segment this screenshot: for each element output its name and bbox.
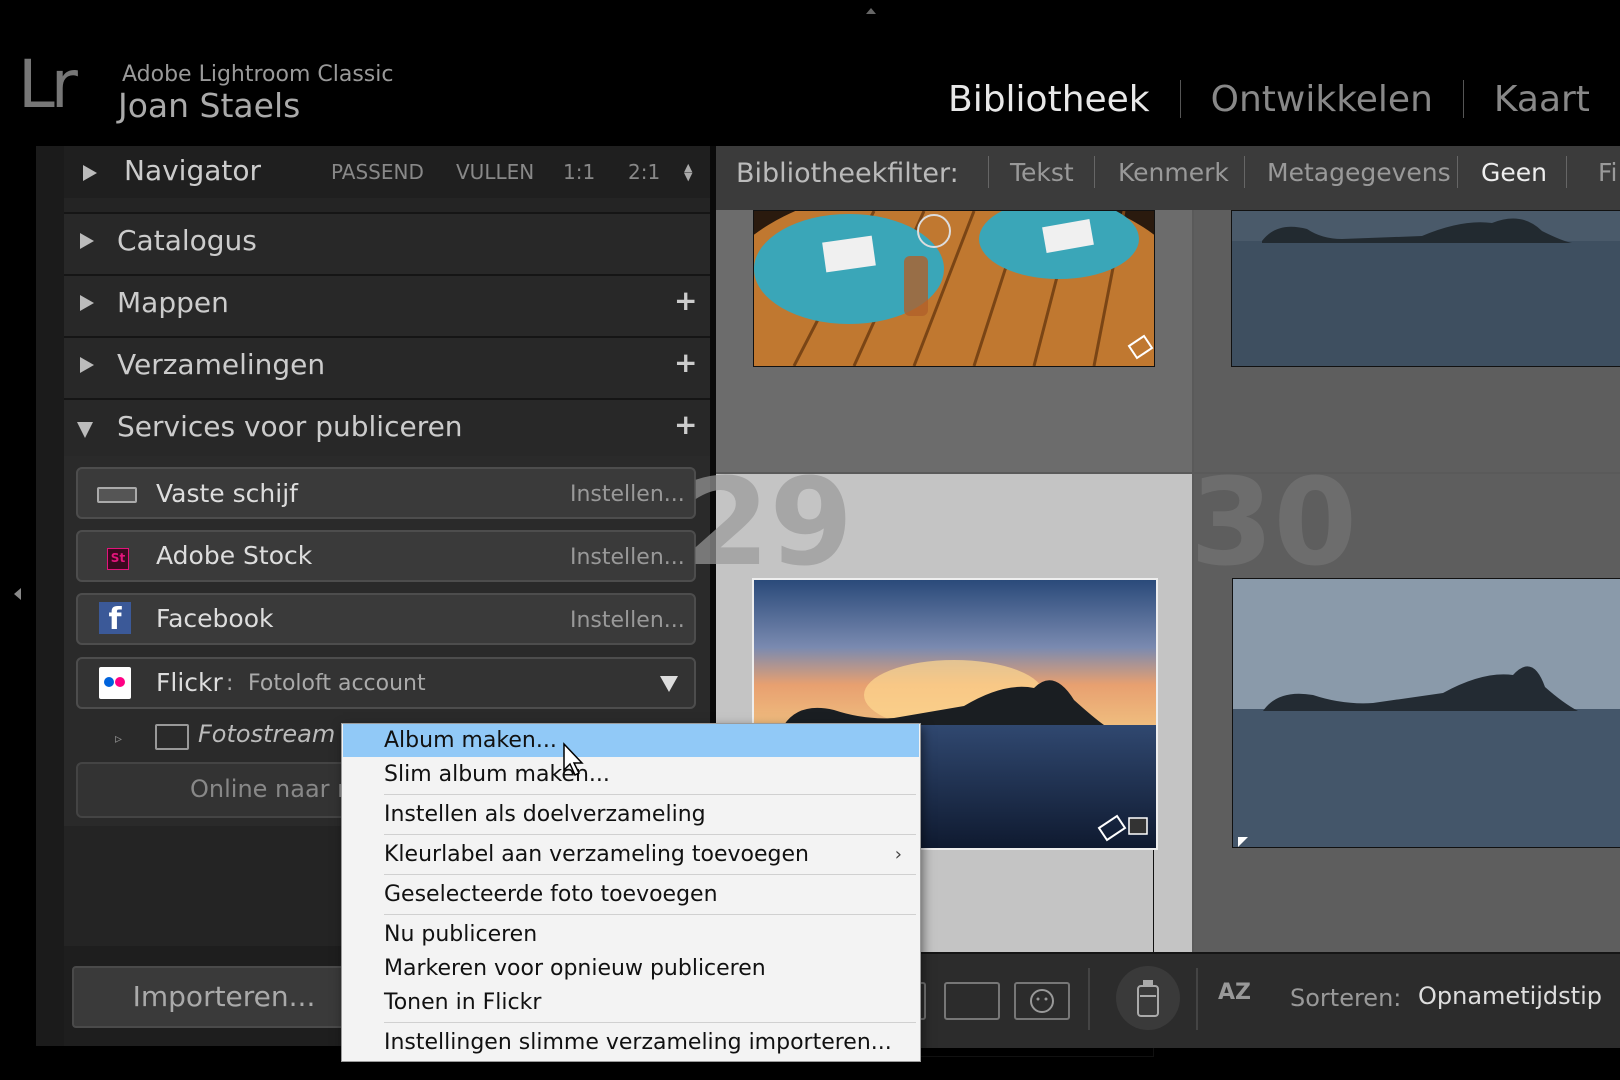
mouse-cursor-icon bbox=[562, 742, 586, 782]
menu-separator bbox=[384, 794, 916, 795]
menu-separator bbox=[384, 1022, 916, 1023]
grid-cell[interactable] bbox=[1194, 210, 1620, 472]
service-name: Flickr bbox=[156, 668, 223, 697]
add-folder-icon[interactable]: + bbox=[674, 284, 697, 317]
module-picker: Bibliotheek Ontwikkelen Kaart B bbox=[918, 74, 1620, 124]
toolbar-separator bbox=[1088, 968, 1090, 1030]
facebook-icon: f bbox=[99, 602, 131, 637]
sort-dropdown[interactable]: Opnametijdstip bbox=[1418, 982, 1602, 1010]
section-collections-title: Verzamelingen bbox=[117, 348, 326, 381]
add-publish-service-icon[interactable]: + bbox=[674, 408, 697, 441]
menu-item-show-in-flickr[interactable]: Tonen in Flickr bbox=[354, 986, 916, 1019]
menu-item-label: Kleurlabel aan verzameling toevoegen bbox=[384, 842, 809, 867]
cell-index: 29 bbox=[686, 454, 853, 593]
flickr-account-name: Fotoloft account bbox=[248, 671, 426, 696]
face-icon bbox=[1030, 989, 1054, 1013]
photo-island bbox=[1232, 211, 1620, 366]
flickr-blue-dot bbox=[104, 677, 114, 687]
expand-triangle-icon[interactable] bbox=[80, 233, 94, 249]
setup-link[interactable]: Instellen... bbox=[570, 608, 685, 633]
import-button[interactable]: Importeren... bbox=[72, 966, 376, 1028]
expand-triangle-icon[interactable] bbox=[80, 295, 94, 311]
filter-text[interactable]: Tekst bbox=[1010, 158, 1074, 187]
collapse-triangle-icon[interactable] bbox=[77, 422, 93, 438]
service-name: Facebook bbox=[156, 604, 274, 633]
module-library[interactable]: Bibliotheek bbox=[918, 79, 1180, 120]
menu-item-add-selected-photo[interactable]: Geselecteerde foto toevoegen bbox=[354, 878, 916, 911]
zoom-dropdown-icon[interactable]: ▲ ▼ bbox=[684, 162, 692, 182]
photo-island bbox=[1233, 579, 1620, 847]
online-button-label: Online naar m bbox=[190, 775, 361, 803]
menu-separator bbox=[384, 834, 916, 835]
service-name: Vaste schijf bbox=[156, 479, 298, 508]
filter-separator bbox=[1566, 156, 1567, 188]
painter-icon[interactable] bbox=[1116, 966, 1180, 1030]
grid-cell[interactable] bbox=[716, 210, 1192, 472]
thumbnail-island-1[interactable] bbox=[1231, 210, 1620, 367]
filter-separator bbox=[1457, 156, 1458, 188]
filter-presets[interactable]: Fi bbox=[1598, 158, 1618, 187]
filter-none[interactable]: Geen bbox=[1481, 158, 1547, 187]
setup-link[interactable]: Instellen... bbox=[570, 545, 685, 570]
flickr-pink-dot bbox=[115, 677, 125, 687]
zoom-1-1[interactable]: 1:1 bbox=[563, 160, 595, 184]
fotostream-expand-icon[interactable]: ▹ bbox=[115, 731, 122, 747]
photostream-collection-icon bbox=[155, 724, 189, 750]
service-name: Adobe Stock bbox=[156, 541, 313, 570]
sort-direction-icon[interactable]: AZ bbox=[1218, 980, 1251, 1005]
library-filter-label: Bibliotheekfilter: bbox=[736, 158, 959, 189]
service-separator: : bbox=[226, 671, 234, 696]
flickr-icon bbox=[99, 667, 131, 699]
identity-plate-name: Joan Staels bbox=[118, 86, 301, 125]
toolbar-separator bbox=[1196, 968, 1198, 1030]
menu-item-import-smart-settings[interactable]: Instellingen slimme verzameling importer… bbox=[354, 1026, 916, 1059]
thumbnail-table-setting[interactable] bbox=[753, 210, 1155, 367]
left-panel-strip bbox=[40, 146, 64, 1046]
setup-link[interactable]: Instellen... bbox=[570, 482, 685, 507]
spray-can-icon bbox=[1137, 980, 1159, 1017]
menu-item-create-smart-album[interactable]: Slim album maken... bbox=[354, 758, 916, 791]
expand-triangle-icon[interactable] bbox=[80, 357, 94, 373]
zoom-fill[interactable]: VULLEN bbox=[456, 160, 534, 184]
menu-item-publish-now[interactable]: Nu publiceren bbox=[354, 918, 916, 951]
section-folders-title: Mappen bbox=[117, 286, 229, 319]
hard-drive-icon bbox=[97, 487, 137, 503]
menu-item-create-album[interactable]: Album maken... bbox=[343, 724, 919, 757]
module-map[interactable]: Kaart bbox=[1464, 79, 1620, 120]
app-name: Adobe Lightroom Classic bbox=[122, 62, 394, 87]
menu-item-add-color-label[interactable]: Kleurlabel aan verzameling toevoegen › bbox=[354, 838, 916, 871]
collection-fotostream[interactable]: Fotostream bbox=[198, 720, 335, 748]
survey-view-icon[interactable] bbox=[944, 982, 1000, 1020]
people-view-icon[interactable] bbox=[1014, 982, 1070, 1020]
thumbnail-island-2[interactable] bbox=[1232, 578, 1620, 848]
cell-index: 30 bbox=[1190, 454, 1357, 593]
menu-item-set-target-collection[interactable]: Instellen als doelverzameling bbox=[354, 798, 916, 831]
lightroom-logo: Lr bbox=[18, 46, 78, 123]
filter-attribute[interactable]: Kenmerk bbox=[1118, 158, 1229, 187]
expand-triangle-icon[interactable] bbox=[83, 165, 97, 181]
filter-separator bbox=[988, 156, 989, 188]
menu-separator bbox=[384, 914, 916, 915]
adobe-stock-icon: St bbox=[107, 548, 129, 570]
filter-separator bbox=[1244, 156, 1245, 188]
zoom-2-1[interactable]: 2:1 bbox=[628, 160, 660, 184]
module-develop[interactable]: Ontwikkelen bbox=[1181, 79, 1463, 120]
photo-table-setting bbox=[754, 211, 1154, 366]
filter-separator bbox=[1094, 156, 1095, 188]
flickr-menu-dropdown-icon[interactable] bbox=[660, 676, 678, 692]
context-menu: Album maken... Slim album maken... Inste… bbox=[341, 723, 921, 1062]
section-catalog-title: Catalogus bbox=[117, 224, 257, 257]
submenu-arrow-icon: › bbox=[894, 844, 902, 865]
sort-label: Sorteren: bbox=[1290, 984, 1402, 1012]
menu-item-mark-republish[interactable]: Markeren voor opnieuw publiceren bbox=[354, 952, 916, 985]
zoom-fit[interactable]: PASSEND bbox=[331, 160, 424, 184]
menu-separator bbox=[384, 874, 916, 875]
top-panel-toggle[interactable] bbox=[866, 8, 876, 14]
filter-metadata[interactable]: Metagegevens bbox=[1267, 158, 1451, 187]
navigator-title: Navigator bbox=[124, 154, 262, 187]
add-collection-icon[interactable]: + bbox=[674, 346, 697, 379]
section-publish-services-title: Services voor publiceren bbox=[117, 410, 463, 443]
collapse-left-panel-icon[interactable] bbox=[14, 588, 21, 600]
